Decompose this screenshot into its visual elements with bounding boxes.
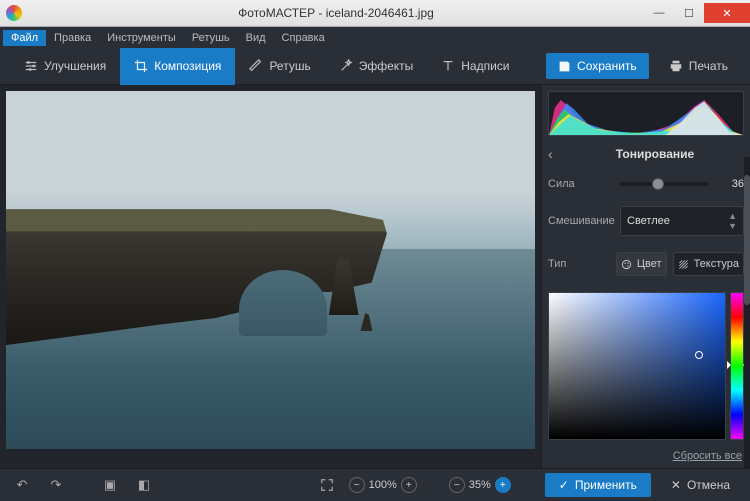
type-row: Тип Цвет Текстура — [548, 252, 744, 276]
blend-label: Смешивание — [548, 215, 620, 227]
menubar: Файл Правка Инструменты Ретушь Вид Справ… — [0, 27, 750, 48]
tab-composition[interactable]: Композиция — [120, 48, 235, 85]
type-label: Тип — [548, 258, 616, 270]
strength-slider[interactable] — [620, 182, 708, 186]
close-button[interactable]: ✕ — [704, 3, 750, 23]
fit-screen-button[interactable] — [315, 473, 339, 497]
wand-icon — [339, 59, 353, 73]
opacity-down-button[interactable]: − — [449, 477, 465, 493]
toolbar: Улучшения Композиция Ретушь Эффекты Надп… — [0, 48, 750, 85]
panel-scrollbar[interactable] — [744, 157, 750, 468]
app-icon — [6, 5, 22, 21]
redo-button[interactable]: ↷ — [44, 473, 68, 497]
color-picker-area — [548, 292, 744, 440]
tab-label: Надписи — [461, 59, 509, 73]
type-color-button[interactable]: Цвет — [616, 252, 667, 276]
crop-icon — [134, 59, 148, 73]
blend-value: Светлее — [627, 215, 670, 227]
tab-label: Композиция — [154, 59, 221, 73]
compare-split-button[interactable]: ◧ — [132, 473, 156, 497]
menu-view[interactable]: Вид — [238, 30, 274, 46]
hatch-icon — [678, 259, 689, 270]
save-button[interactable]: Сохранить — [546, 53, 649, 79]
print-icon — [669, 59, 683, 73]
palette-icon — [621, 259, 632, 270]
menu-tools[interactable]: Инструменты — [99, 30, 184, 46]
menu-file[interactable]: Файл — [3, 30, 46, 46]
maximize-button[interactable]: ☐ — [674, 3, 704, 23]
blend-row: Смешивание Светлее ▲▼ — [548, 206, 744, 236]
tab-label: Улучшения — [44, 59, 106, 73]
menu-retouch[interactable]: Ретушь — [184, 30, 238, 46]
save-icon — [558, 60, 571, 73]
color-picker[interactable] — [548, 292, 726, 440]
text-icon — [441, 59, 455, 73]
sliders-icon — [24, 59, 38, 73]
menu-help[interactable]: Справка — [274, 30, 333, 46]
zoom-value: 100% — [369, 479, 397, 491]
canvas-area[interactable] — [0, 85, 541, 468]
type-texture-label: Текстура — [694, 258, 739, 270]
zoom-out-button[interactable]: − — [349, 477, 365, 493]
window-title: ФотоМАСТЕР - iceland-2046461.jpg — [28, 6, 644, 20]
minimize-button[interactable]: — — [644, 3, 674, 23]
histogram — [548, 91, 744, 136]
panel-header: ‹ Тонирование — [548, 146, 744, 162]
opacity-value: 35% — [469, 479, 491, 491]
tab-retouch[interactable]: Ретушь — [235, 48, 324, 85]
type-color-label: Цвет — [637, 258, 662, 270]
strength-value: 36 — [716, 178, 744, 190]
strength-label: Сила — [548, 178, 620, 190]
compare-button[interactable]: ▣ — [98, 473, 122, 497]
zoom-in-button[interactable]: + — [401, 477, 417, 493]
apply-label: Применить — [575, 478, 637, 492]
blend-select[interactable]: Светлее ▲▼ — [620, 206, 744, 236]
color-cursor — [695, 351, 703, 359]
undo-button[interactable]: ↶ — [10, 473, 34, 497]
zoom-group: − 100% + — [349, 477, 417, 493]
chevron-updown-icon: ▲▼ — [728, 211, 737, 231]
workarea: ‹ Тонирование Сила 36 Смешивание Светлее… — [0, 85, 750, 468]
reset-all-link[interactable]: Сбросить все — [550, 450, 742, 462]
fit-icon — [320, 478, 334, 492]
statusbar: ↶ ↷ ▣ ◧ − 100% + − 35% + ✓ Применить ✕ О… — [0, 468, 750, 501]
titlebar: ФотоМАСТЕР - iceland-2046461.jpg — ☐ ✕ — [0, 0, 750, 27]
photo-preview — [6, 91, 535, 449]
check-icon: ✓ — [559, 478, 569, 492]
x-icon: ✕ — [671, 478, 681, 492]
right-panel: ‹ Тонирование Сила 36 Смешивание Светлее… — [541, 85, 750, 468]
save-label: Сохранить — [577, 59, 637, 73]
opacity-up-button[interactable]: + — [495, 477, 511, 493]
brush-icon — [249, 59, 263, 73]
cancel-button[interactable]: ✕ Отмена — [661, 473, 740, 497]
strength-row: Сила 36 — [548, 178, 744, 190]
tab-label: Ретушь — [269, 59, 310, 73]
tab-text[interactable]: Надписи — [427, 48, 523, 85]
type-texture-button[interactable]: Текстура — [673, 252, 744, 276]
tab-enhancements[interactable]: Улучшения — [10, 48, 120, 85]
opacity-group: − 35% + — [449, 477, 511, 493]
menu-edit[interactable]: Правка — [46, 30, 99, 46]
tab-label: Эффекты — [359, 59, 414, 73]
apply-button[interactable]: ✓ Применить — [545, 473, 651, 497]
panel-title: Тонирование — [566, 147, 744, 161]
print-label: Печать — [689, 59, 728, 73]
print-button[interactable]: Печать — [657, 53, 740, 79]
back-button[interactable]: ‹ — [548, 146, 566, 162]
cancel-label: Отмена — [687, 478, 730, 492]
tab-effects[interactable]: Эффекты — [325, 48, 428, 85]
hue-slider[interactable] — [730, 292, 744, 440]
